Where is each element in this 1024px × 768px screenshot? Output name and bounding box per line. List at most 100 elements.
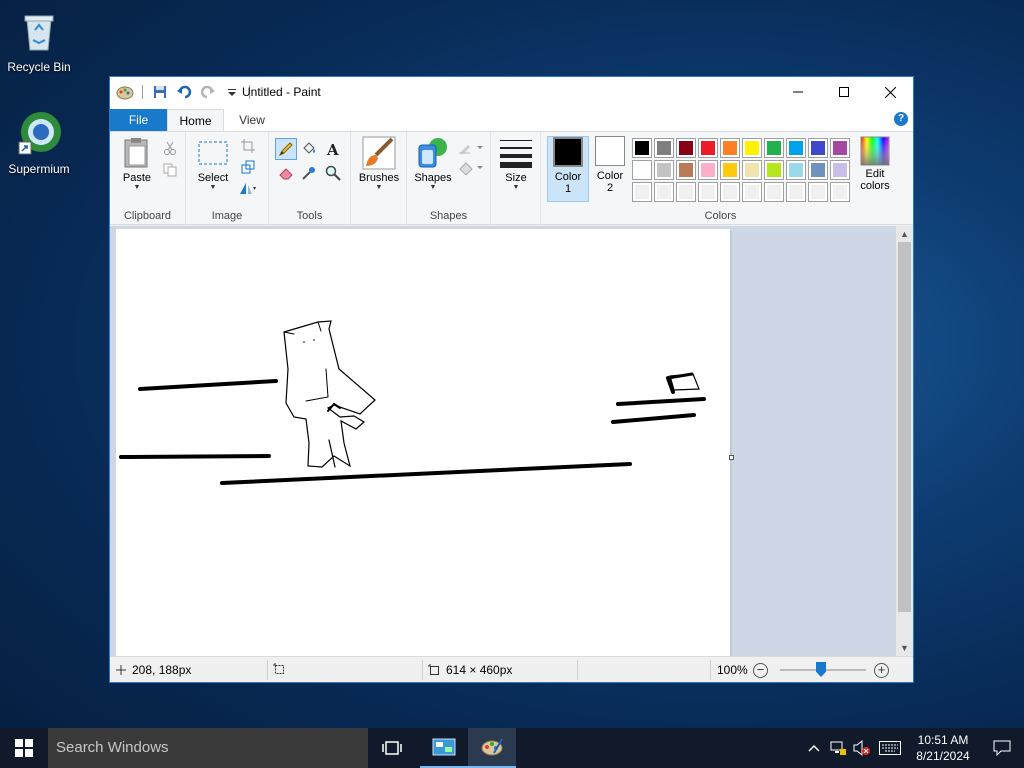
scroll-down-icon[interactable]: ▼ bbox=[896, 640, 913, 656]
palette-swatch[interactable] bbox=[830, 182, 850, 202]
close-button[interactable] bbox=[867, 77, 913, 107]
palette-swatch[interactable] bbox=[720, 160, 740, 180]
help-icon[interactable]: ? bbox=[894, 112, 908, 126]
save-icon[interactable] bbox=[151, 83, 169, 101]
edit-colors-button[interactable]: Edit colors bbox=[855, 136, 895, 192]
undo-icon[interactable] bbox=[175, 83, 193, 101]
outline-button[interactable] bbox=[457, 138, 485, 158]
tab-home[interactable]: Home bbox=[167, 109, 224, 131]
task-view-icon bbox=[382, 741, 402, 755]
taskbar-app-control-panel[interactable] bbox=[420, 728, 468, 768]
palette-swatch[interactable] bbox=[676, 182, 696, 202]
palette-swatch[interactable] bbox=[764, 138, 784, 158]
color1-selector[interactable]: Color 1 bbox=[547, 136, 589, 202]
desktop-icon-recycle-bin[interactable]: Recycle Bin bbox=[0, 8, 78, 74]
zoom-in-button[interactable]: + bbox=[874, 663, 889, 678]
color2-selector[interactable]: Color 2 bbox=[589, 136, 631, 194]
tab-view[interactable]: View bbox=[230, 109, 274, 131]
keyboard-icon[interactable] bbox=[874, 728, 906, 768]
volume-muted-icon[interactable] bbox=[850, 728, 874, 768]
maximize-button[interactable] bbox=[821, 77, 867, 107]
size-button[interactable]: Size ▼ bbox=[496, 136, 536, 192]
eraser-tool[interactable] bbox=[276, 163, 296, 183]
start-button[interactable] bbox=[0, 728, 48, 768]
fill-button[interactable] bbox=[457, 158, 485, 178]
shapes-button[interactable]: Shapes ▼ bbox=[411, 136, 455, 192]
palette-swatch[interactable] bbox=[764, 182, 784, 202]
notifications-button[interactable] bbox=[980, 728, 1024, 768]
zoom-out-button[interactable]: − bbox=[753, 663, 768, 678]
palette-swatch[interactable] bbox=[742, 138, 762, 158]
scrollbar-thumb[interactable] bbox=[898, 242, 911, 612]
show-hidden-icons-button[interactable] bbox=[802, 728, 826, 768]
cut-button[interactable] bbox=[160, 138, 180, 158]
brushes-button[interactable]: Brushes ▼ bbox=[355, 136, 403, 192]
palette-swatch[interactable] bbox=[786, 160, 806, 180]
vertical-scrollbar[interactable]: ▲ ▼ bbox=[896, 226, 913, 656]
zoom-slider-thumb[interactable] bbox=[816, 662, 826, 677]
image-group: Select ▼ Image bbox=[186, 132, 269, 225]
eraser-icon bbox=[279, 168, 293, 180]
palette-swatch[interactable] bbox=[742, 160, 762, 180]
palette-swatch[interactable] bbox=[764, 160, 784, 180]
palette-swatch[interactable] bbox=[632, 138, 652, 158]
palette-swatch[interactable] bbox=[786, 182, 806, 202]
scroll-up-icon[interactable]: ▲ bbox=[896, 226, 913, 242]
copy-button[interactable] bbox=[160, 160, 180, 180]
palette-swatch[interactable] bbox=[808, 138, 828, 158]
palette-swatch[interactable] bbox=[742, 182, 762, 202]
fill-tool[interactable] bbox=[299, 139, 319, 159]
network-icon[interactable] bbox=[826, 728, 850, 768]
palette-swatch[interactable] bbox=[830, 160, 850, 180]
palette-swatch[interactable] bbox=[654, 182, 674, 202]
desktop-icon-supermium[interactable]: Supermium bbox=[0, 110, 78, 176]
paint-app-icon[interactable] bbox=[116, 83, 134, 101]
redo-icon[interactable] bbox=[199, 83, 217, 101]
canvas-size: 614 × 460px bbox=[428, 663, 512, 677]
palette-swatch[interactable] bbox=[698, 182, 718, 202]
palette-swatch[interactable] bbox=[830, 138, 850, 158]
canvas-resize-handle[interactable] bbox=[729, 455, 734, 460]
palette-swatch[interactable] bbox=[808, 182, 828, 202]
brushes-group: Brushes ▼ bbox=[351, 132, 407, 225]
palette-swatch[interactable] bbox=[654, 138, 674, 158]
palette-swatch[interactable] bbox=[698, 160, 718, 180]
rotate-button[interactable] bbox=[238, 178, 258, 198]
clock[interactable]: 10:51 AM 8/21/2024 bbox=[906, 732, 980, 764]
cursor-position: 208, 188px bbox=[116, 663, 191, 677]
palette-swatch[interactable] bbox=[676, 160, 696, 180]
drawing-canvas[interactable] bbox=[116, 229, 730, 659]
desktop-icon-label: Supermium bbox=[8, 162, 70, 176]
palette-swatch[interactable] bbox=[632, 160, 652, 180]
edit-colors-label-2: colors bbox=[860, 180, 890, 192]
palette-swatch[interactable] bbox=[654, 160, 674, 180]
paste-button[interactable]: Paste ▼ bbox=[116, 136, 158, 192]
desktop-icon-label: Recycle Bin bbox=[7, 60, 71, 74]
resize-button[interactable] bbox=[238, 157, 258, 177]
task-view-button[interactable] bbox=[368, 728, 416, 768]
palette-swatch[interactable] bbox=[632, 182, 652, 202]
palette-swatch[interactable] bbox=[698, 138, 718, 158]
title-bar[interactable]: Untitled - Paint bbox=[110, 77, 913, 107]
tab-file[interactable]: File bbox=[110, 109, 167, 131]
palette-swatch[interactable] bbox=[720, 182, 740, 202]
text-tool[interactable]: A bbox=[323, 139, 343, 159]
group-label: Tools bbox=[296, 210, 323, 222]
palette-swatch[interactable] bbox=[808, 160, 828, 180]
pencil-tool[interactable] bbox=[275, 138, 297, 160]
select-button[interactable]: Select ▼ bbox=[192, 136, 234, 192]
minimize-button[interactable] bbox=[775, 77, 821, 107]
customize-qat-icon[interactable] bbox=[223, 83, 241, 101]
magnifier-tool[interactable] bbox=[323, 163, 343, 183]
group-label: Colors bbox=[704, 210, 737, 222]
palette-swatch[interactable] bbox=[720, 138, 740, 158]
crop-button[interactable] bbox=[238, 136, 258, 156]
palette-swatch[interactable] bbox=[786, 138, 806, 158]
line-size-icon bbox=[499, 136, 533, 170]
color-picker-tool[interactable] bbox=[299, 163, 319, 183]
palette-swatch[interactable] bbox=[676, 138, 696, 158]
colors-group: Color 1 Color 2 Edit colors Colors bbox=[541, 132, 900, 225]
taskbar-search-box[interactable]: Search Windows bbox=[48, 728, 368, 768]
chevron-down-icon: ▼ bbox=[133, 184, 141, 191]
taskbar-app-paint[interactable] bbox=[468, 728, 516, 768]
